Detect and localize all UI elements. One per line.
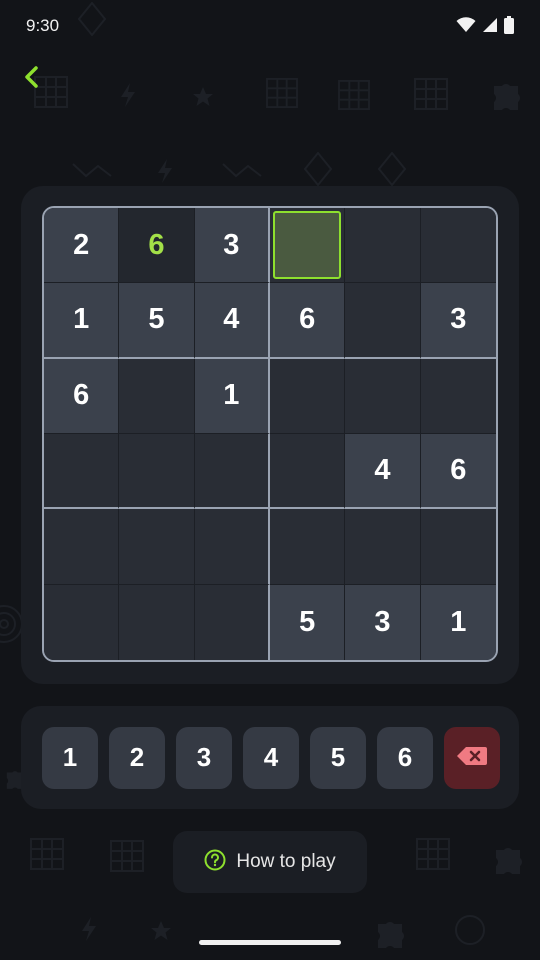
board-cell[interactable] xyxy=(119,434,195,510)
board-cell[interactable]: 5 xyxy=(270,584,346,660)
bolt-doodle-icon xyxy=(119,82,137,108)
board-cell[interactable] xyxy=(194,434,270,510)
board-cell[interactable] xyxy=(44,509,120,585)
board-cell[interactable]: 3 xyxy=(194,208,270,284)
number-key-5[interactable]: 5 xyxy=(310,726,366,789)
board-cell[interactable]: 4 xyxy=(345,434,421,510)
grid-doodle-icon xyxy=(338,80,370,110)
number-pad: 1 2 3 4 5 6 xyxy=(21,706,519,809)
home-indicator xyxy=(199,940,341,945)
number-key-2[interactable]: 2 xyxy=(109,726,165,789)
number-key-3[interactable]: 3 xyxy=(176,726,232,789)
board-cell[interactable] xyxy=(270,358,346,434)
board-cell[interactable]: 6 xyxy=(44,358,120,434)
board-cell[interactable] xyxy=(345,283,421,359)
sudoku-board: 263154636146531 xyxy=(42,206,498,662)
back-button[interactable] xyxy=(14,62,48,96)
board-cell[interactable]: 2 xyxy=(44,208,120,284)
how-to-play-button[interactable]: How to play xyxy=(173,831,367,893)
board-card: 263154636146531 xyxy=(21,186,519,684)
game-screen: 9:30 263154636146531 1 2 3 4 5 6 How to … xyxy=(0,0,540,960)
bolt-doodle-icon xyxy=(80,916,98,942)
grid-doodle-icon xyxy=(414,78,448,110)
board-cell[interactable] xyxy=(194,509,270,585)
number-key-1[interactable]: 1 xyxy=(42,726,98,789)
grid-doodle-icon xyxy=(416,838,450,870)
board-cell[interactable]: 6 xyxy=(420,434,496,510)
board-cell[interactable] xyxy=(420,358,496,434)
puzzle-doodle-icon xyxy=(486,836,530,880)
status-time: 9:30 xyxy=(26,16,60,35)
grid-doodle-icon xyxy=(266,78,298,108)
how-to-play-label: How to play xyxy=(236,851,336,872)
chevron-left-icon xyxy=(23,65,39,93)
board-cell[interactable]: 3 xyxy=(420,283,496,359)
board-cell[interactable] xyxy=(194,584,270,660)
wifi-icon xyxy=(456,17,476,38)
board-cell[interactable]: 6 xyxy=(270,283,346,359)
number-key-4[interactable]: 4 xyxy=(243,726,299,789)
number-key-6[interactable]: 6 xyxy=(377,726,433,789)
board-cell[interactable] xyxy=(420,509,496,585)
bolt-doodle-icon xyxy=(156,158,174,184)
backspace-icon xyxy=(456,742,488,773)
board-cell[interactable]: 6 xyxy=(119,208,195,284)
zigzag-doodle-icon xyxy=(72,160,112,180)
board-cell[interactable] xyxy=(119,584,195,660)
zigzag-doodle-icon xyxy=(222,160,262,180)
board-cell[interactable] xyxy=(44,584,120,660)
battery-icon xyxy=(504,16,514,39)
board-cell[interactable]: 1 xyxy=(194,358,270,434)
board-cell[interactable] xyxy=(345,208,421,284)
erase-button[interactable] xyxy=(444,726,500,789)
cell-signal-icon xyxy=(482,17,498,38)
board-cell[interactable]: 5 xyxy=(119,283,195,359)
grid-doodle-icon xyxy=(30,838,64,870)
selected-cell[interactable] xyxy=(270,208,346,284)
star-doodle-icon xyxy=(150,920,172,942)
board-cell[interactable] xyxy=(420,208,496,284)
board-cell[interactable] xyxy=(44,434,120,510)
grid-doodle-icon xyxy=(110,840,144,872)
star-doodle-icon xyxy=(192,86,214,108)
puzzle-doodle-icon xyxy=(484,72,528,116)
board-cell[interactable]: 1 xyxy=(44,283,120,359)
status-bar: 9:30 xyxy=(0,0,540,52)
board-cell[interactable]: 4 xyxy=(194,283,270,359)
question-circle-icon xyxy=(204,849,226,876)
board-cell[interactable]: 1 xyxy=(420,584,496,660)
board-cell[interactable] xyxy=(119,358,195,434)
board-cell[interactable] xyxy=(345,358,421,434)
diamond-doodle-icon xyxy=(304,152,332,186)
status-icons xyxy=(456,16,514,39)
board-cell[interactable]: 3 xyxy=(345,584,421,660)
diamond-doodle-icon xyxy=(378,152,406,186)
board-cell[interactable] xyxy=(119,509,195,585)
board-cell[interactable] xyxy=(345,509,421,585)
board-cell[interactable] xyxy=(270,509,346,585)
board-cell[interactable] xyxy=(270,434,346,510)
circle-doodle-icon xyxy=(452,912,488,948)
puzzle-doodle-icon xyxy=(368,910,412,954)
